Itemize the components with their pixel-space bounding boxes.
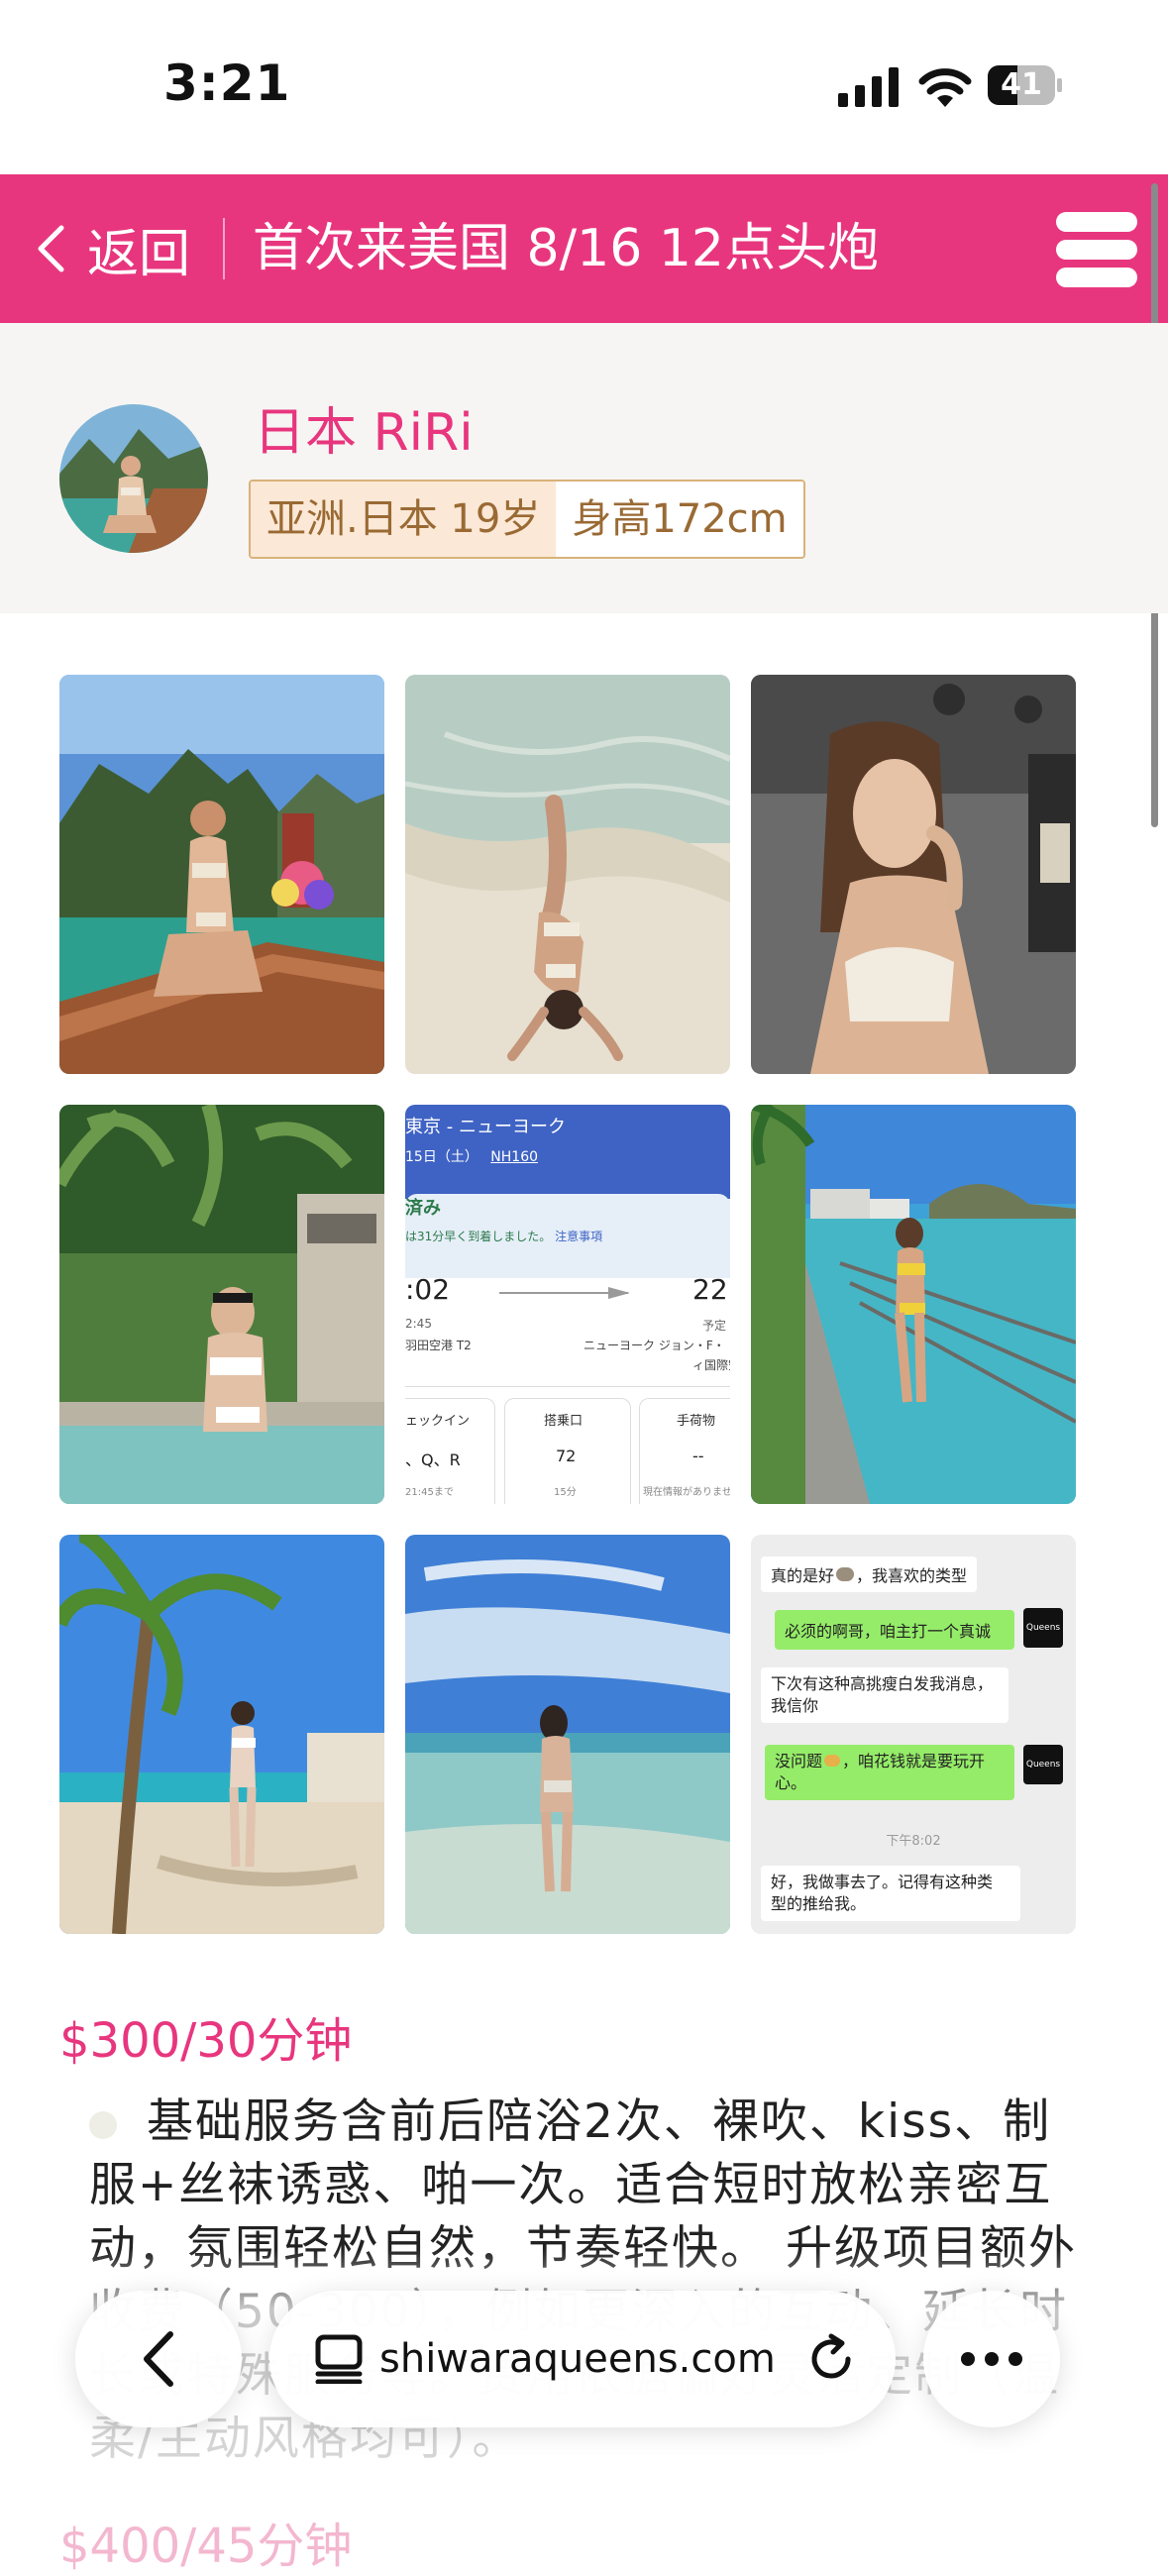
cellular-signal-icon	[838, 67, 899, 107]
chat-message: 我信你	[771, 1696, 819, 1715]
chevron-left-icon	[38, 225, 64, 272]
checkin-sub: 21:45まで	[405, 1487, 454, 1498]
arrival-airport: ニューヨーク ジョン・F・	[584, 1339, 725, 1352]
height-tag: 身高172cm	[556, 482, 803, 557]
back-button[interactable]: 返回	[36, 174, 190, 323]
chat-message: 必须的啊哥，咱主打一个真诚	[775, 1610, 1014, 1650]
chat-message: 真的是好	[771, 1566, 835, 1585]
battery-icon: 41	[987, 63, 1064, 107]
flight-status: 済み	[405, 1198, 441, 1219]
menu-button[interactable]	[1056, 212, 1137, 287]
chat-message: 心。	[775, 1773, 807, 1792]
bullet-icon	[89, 2110, 117, 2139]
menu-icon-bar	[1056, 212, 1137, 232]
ellipsis-icon	[961, 2352, 1022, 2366]
gallery-photo[interactable]	[405, 675, 730, 1074]
flight-route: 東京 - ニューヨーク	[405, 1117, 566, 1137]
chevron-left-icon	[144, 2331, 173, 2387]
back-label: 返回	[87, 224, 191, 284]
status-time: 3:21	[163, 54, 291, 112]
address-bar[interactable]: shiwaraqueens.com	[269, 2291, 896, 2427]
next-price-label: $400/45分钟	[59, 2519, 353, 2574]
menu-icon-bar	[1056, 268, 1137, 287]
gate-sub: 15分	[554, 1487, 577, 1498]
chat-screenshot[interactable]: 真的是好 ，我喜欢的类型 必须的啊哥，咱主打一个真诚 Queens 下次有这种高挑…	[751, 1535, 1076, 1934]
chat-timestamp: 下午8:02	[886, 1834, 941, 1849]
chat-message: 下次有这种高挑瘦白发我消息，	[771, 1674, 994, 1693]
gallery-photo[interactable]	[405, 1535, 730, 1934]
baggage-label: 手荷物	[677, 1414, 716, 1429]
chat-message: ，咱花钱就是要玩开	[842, 1752, 986, 1771]
baggage-sub: 現在情報がありませ	[643, 1487, 730, 1498]
departure-time: :02	[405, 1273, 451, 1306]
chat-message: 好，我做事去了。记得有这种类	[771, 1873, 994, 1891]
gate-value: 72	[556, 1447, 577, 1465]
baggage-value: --	[692, 1447, 704, 1465]
flight-note-link[interactable]: 注意事項	[555, 1230, 602, 1243]
chat-message: 没问题	[775, 1752, 823, 1771]
arrival-airport-2: ィ国際空	[692, 1358, 730, 1372]
profile-header: 日本 RiRi 亚洲.日本 19岁 身高172cm	[0, 323, 1168, 613]
profile-tags: 亚洲.日本 19岁 身高172cm	[249, 480, 805, 559]
gallery-photo[interactable]	[59, 1535, 384, 1934]
menu-icon-bar	[1056, 240, 1137, 260]
arrival-sched: 予定	[702, 1319, 727, 1333]
price-label: $300/30分钟	[59, 2013, 353, 2069]
browser-back-button[interactable]	[75, 2291, 242, 2427]
wifi-icon	[918, 68, 972, 107]
battery-level: 41	[1001, 67, 1042, 102]
departure-sched: 2:45	[405, 1317, 432, 1331]
top-nav-bar: 返回 首次来美国 8/16 12点头炮	[0, 174, 1168, 323]
gallery-photo[interactable]	[59, 675, 384, 1074]
flight-date: 15日（土）	[405, 1149, 478, 1165]
airplane-icon	[499, 1287, 630, 1299]
page-title: 首次来美国 8/16 12点头炮	[253, 219, 879, 278]
chat-avatar: Queens	[1023, 1608, 1063, 1648]
chat-message: ，我喜欢的类型	[856, 1566, 968, 1585]
arrival-time: 22:	[692, 1273, 730, 1306]
url-text: shiwaraqueens.com	[379, 2336, 776, 2382]
reader-mode-icon[interactable]	[314, 2334, 364, 2384]
avatar[interactable]	[59, 404, 208, 553]
gallery-photo[interactable]	[59, 1105, 384, 1504]
chat-message: 型的推给我。	[771, 1894, 867, 1913]
flight-note: は31分早く到着しました。	[405, 1230, 552, 1243]
header-divider	[223, 218, 225, 279]
gallery-photo[interactable]	[751, 675, 1076, 1074]
gallery-photo[interactable]	[751, 1105, 1076, 1504]
flight-info-card[interactable]: 東京 - ニューヨーク 15日（土） NH160 済み は31分早く到着しました…	[405, 1105, 730, 1504]
gate-label: 搭乗口	[544, 1414, 584, 1429]
region-age-tag: 亚洲.日本 19岁	[251, 482, 557, 557]
chat-avatar: Queens	[1023, 1745, 1063, 1784]
departure-airport: 羽田空港 T2	[405, 1339, 472, 1352]
checkin-label: ェックイン	[405, 1414, 471, 1429]
more-options-button[interactable]	[923, 2291, 1060, 2427]
profile-name: 日本 RiRi	[254, 403, 474, 463]
reload-icon[interactable]	[804, 2332, 858, 2386]
checkin-value: 、Q、R	[405, 1450, 461, 1469]
status-bar: 3:21 41	[0, 0, 1168, 174]
flight-number: NH160	[490, 1149, 539, 1165]
